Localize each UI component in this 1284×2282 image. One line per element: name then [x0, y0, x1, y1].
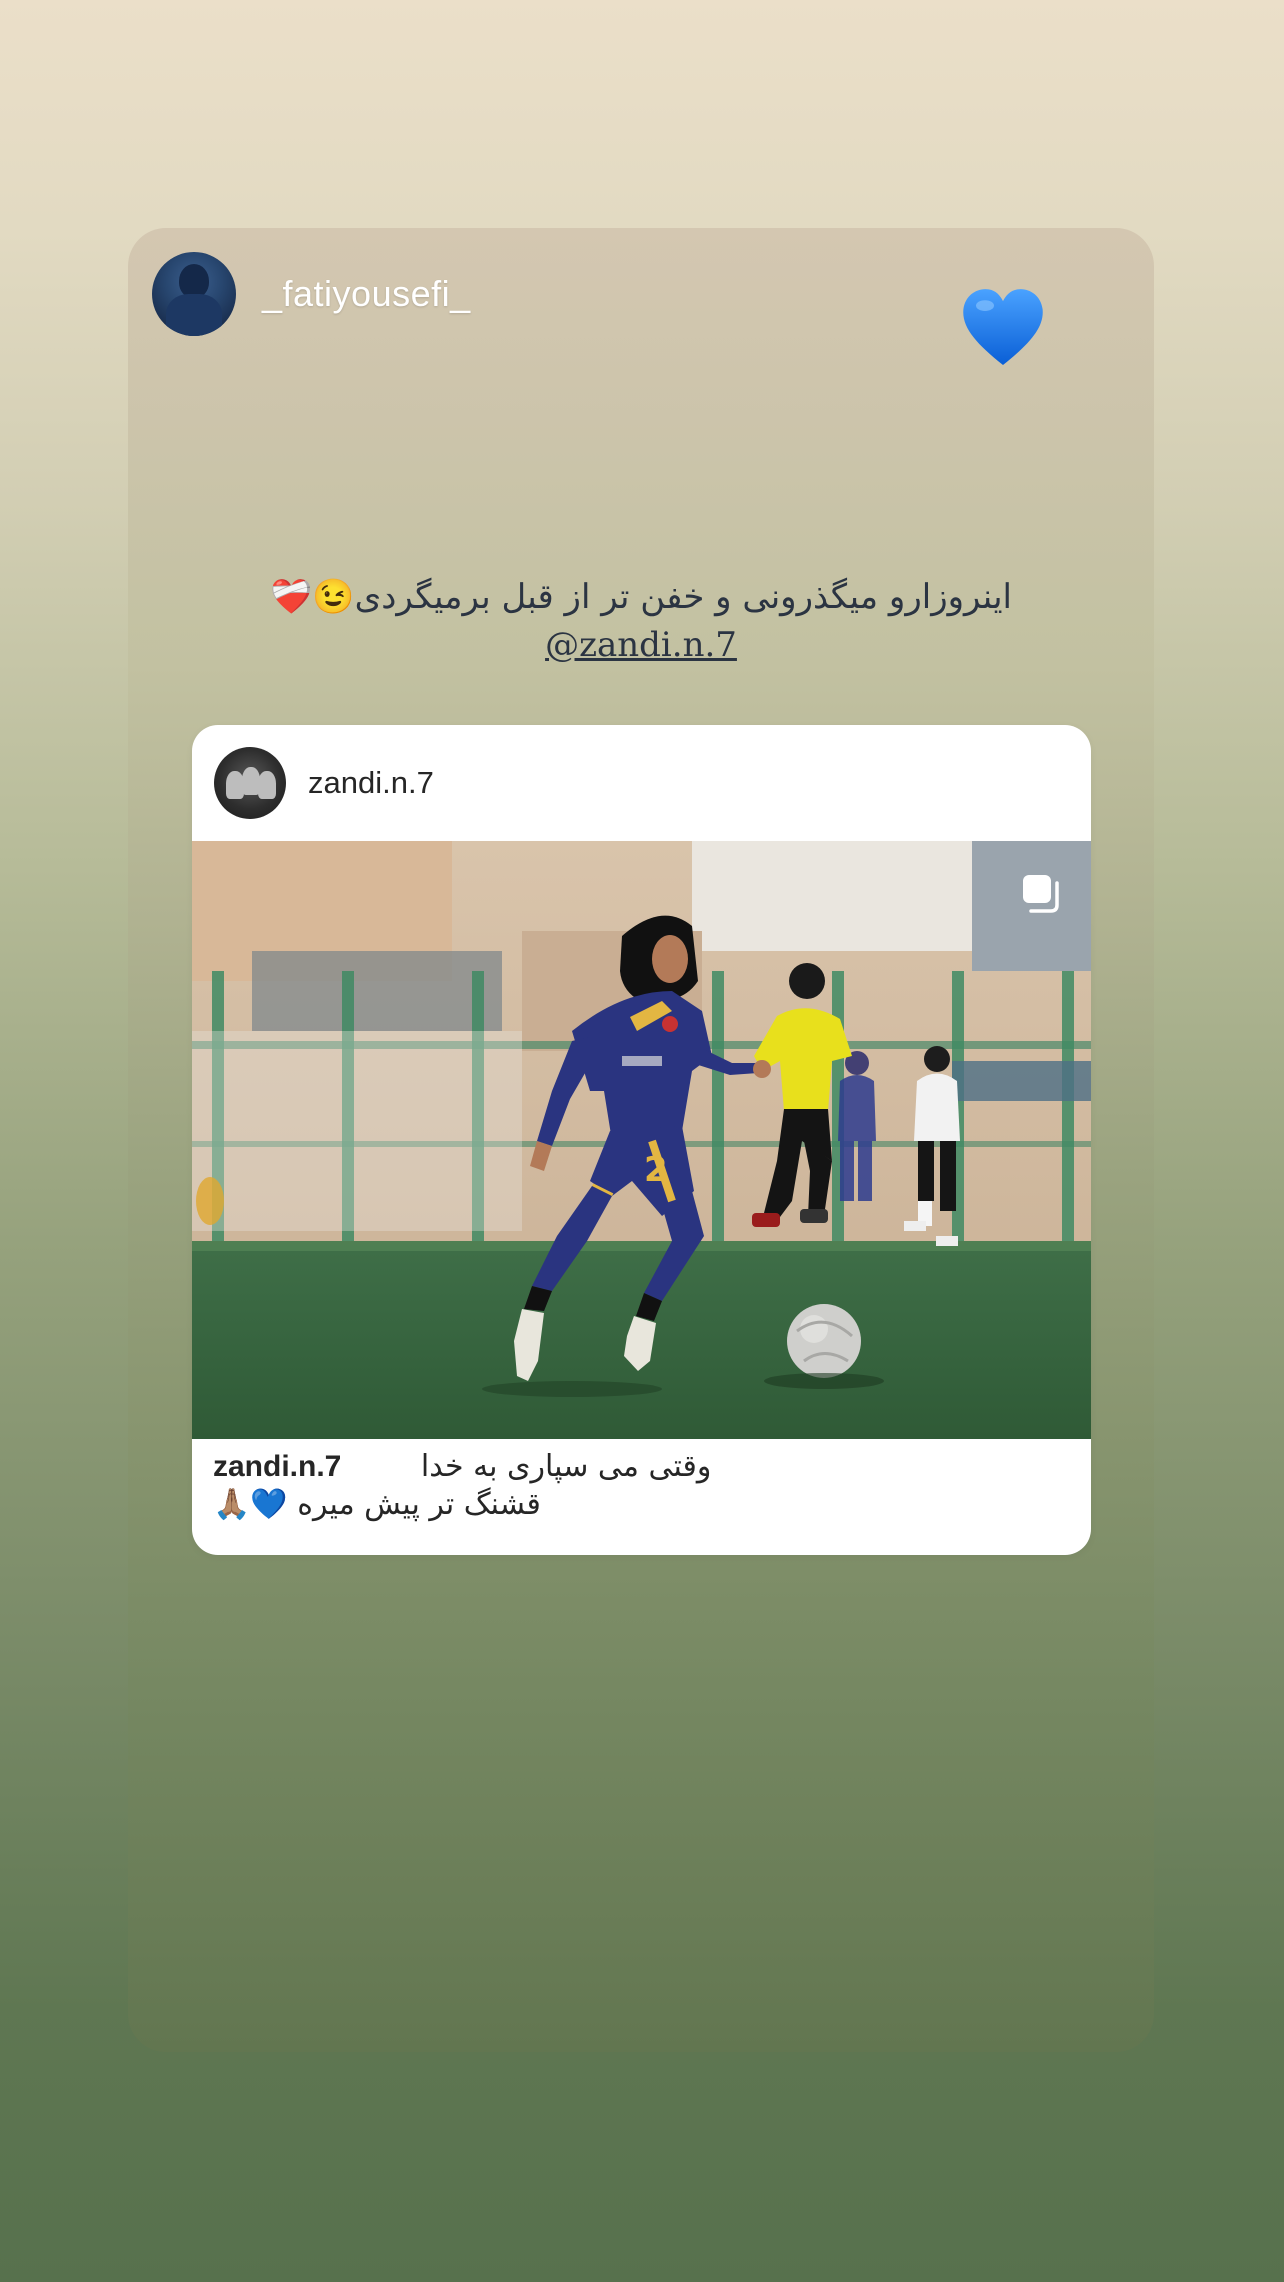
- post-author-avatar[interactable]: [214, 747, 286, 819]
- caption-text-line2: قشنگ تر پیش میره 💙🙏🏽: [213, 1487, 541, 1522]
- story-header: _fatiyousefi_: [152, 252, 471, 336]
- story-author-avatar[interactable]: [152, 252, 236, 336]
- post-image[interactable]: 2: [192, 841, 1091, 1439]
- mention-link[interactable]: @zandi.n.7: [545, 621, 737, 669]
- story-author-username[interactable]: _fatiyousefi_: [262, 273, 471, 315]
- svg-text:2: 2: [644, 1150, 668, 1190]
- blue-heart-icon: [963, 289, 1043, 365]
- post-caption: zandi.n.7 وقتی می سپاری به خدا قشنگ تر پ…: [213, 1448, 1073, 1524]
- shared-post-card[interactable]: zandi.n.7 2 zandi.n.7 وقتی می سپاری به خ…: [192, 725, 1091, 1555]
- post-caption-line1: zandi.n.7 وقتی می سپاری به خدا: [213, 1448, 1073, 1486]
- caption-text-line1: وقتی می سپاری به خدا: [420, 1449, 712, 1484]
- story-caption: اینروزارو میگذرونی و خفن تر از قبل برمیگ…: [128, 573, 1154, 669]
- post-header: zandi.n.7: [192, 725, 1091, 841]
- soccer-photo: 2: [192, 841, 1091, 1439]
- carousel-icon: [1023, 875, 1059, 913]
- story-card[interactable]: _fatiyousefi_ اینروزارو میگذرونی و خفن ت…: [128, 228, 1154, 2052]
- story-caption-text: اینروزارو میگذرونی و خفن تر از قبل برمیگ…: [270, 577, 1012, 617]
- post-author-username[interactable]: zandi.n.7: [308, 765, 434, 801]
- caption-username[interactable]: zandi.n.7: [213, 1450, 341, 1483]
